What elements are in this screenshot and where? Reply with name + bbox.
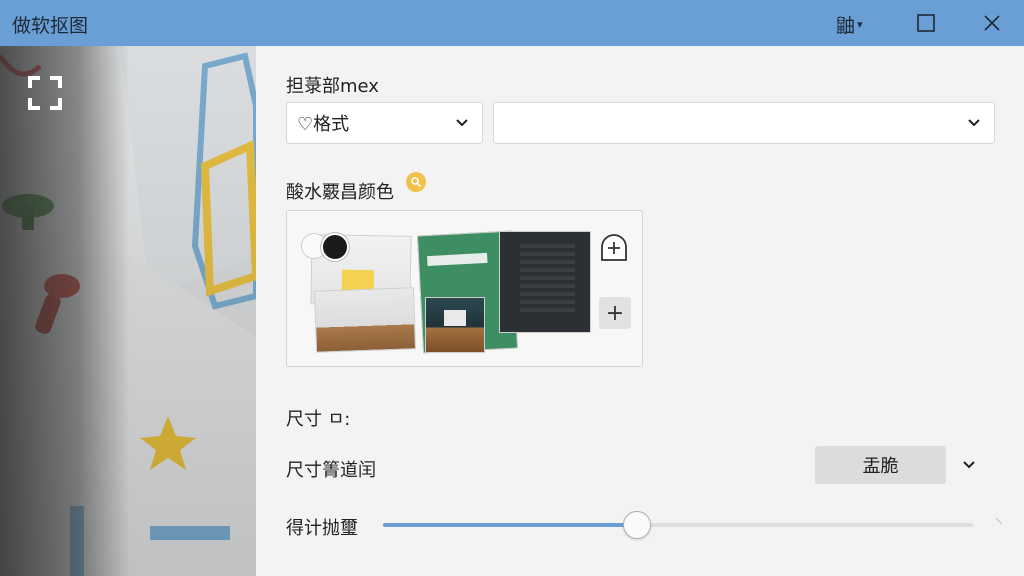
chevron-down-icon[interactable] [960, 456, 978, 474]
preview-shade-overlay [0, 46, 256, 576]
close-button[interactable] [962, 0, 1022, 46]
add-background-icon[interactable] [599, 233, 629, 263]
title-bar: 做软抠图 鼬 ▾ [0, 0, 1024, 46]
title-menu-label: 鼬 [836, 15, 856, 37]
search-badge-icon[interactable] [406, 172, 426, 192]
format-select-value: ♡格式 [297, 114, 350, 135]
magnifier-icon [411, 177, 422, 188]
thumbnail-strip [427, 252, 488, 267]
format-select[interactable]: ♡格式 [286, 102, 483, 144]
thumbnail-screen [444, 310, 466, 326]
caret-down-icon: ▾ [857, 18, 863, 31]
quality-slider[interactable] [383, 511, 973, 539]
secondary-select[interactable] [493, 102, 995, 144]
maximize-icon [917, 14, 935, 32]
chevron-down-icon [968, 119, 980, 127]
add-button[interactable]: + [599, 297, 631, 329]
title-menu[interactable]: 鼬 ▾ [836, 11, 863, 38]
background-thumbnail[interactable] [313, 287, 417, 353]
background-thumbnail[interactable] [499, 231, 591, 333]
background-color-label: 酸水覈昌颜色 [286, 182, 394, 203]
slider-label: 得计抛璽 [286, 518, 358, 539]
maximize-button[interactable] [896, 0, 956, 46]
background-thumbnail[interactable] [425, 297, 485, 353]
resize-grip-icon[interactable] [994, 516, 1004, 526]
background-gallery: + [286, 210, 643, 367]
slider-fill [383, 523, 637, 527]
window-title: 做软抠图 [12, 15, 89, 37]
size-label: 尺寸 ㅁ: [286, 409, 351, 430]
format-label: 担菉部mex [286, 76, 379, 97]
slider-thumb[interactable] [623, 511, 651, 539]
chevron-down-icon [456, 119, 468, 127]
size-option-button[interactable]: 盂脆 [815, 446, 946, 484]
image-preview[interactable] [0, 46, 256, 576]
size-options-label: 尺寸箐道闰 [286, 460, 376, 481]
swatch-black[interactable] [321, 233, 349, 261]
focus-icon[interactable] [26, 74, 64, 112]
close-icon [984, 15, 1000, 31]
thumbnail-code [520, 244, 575, 314]
